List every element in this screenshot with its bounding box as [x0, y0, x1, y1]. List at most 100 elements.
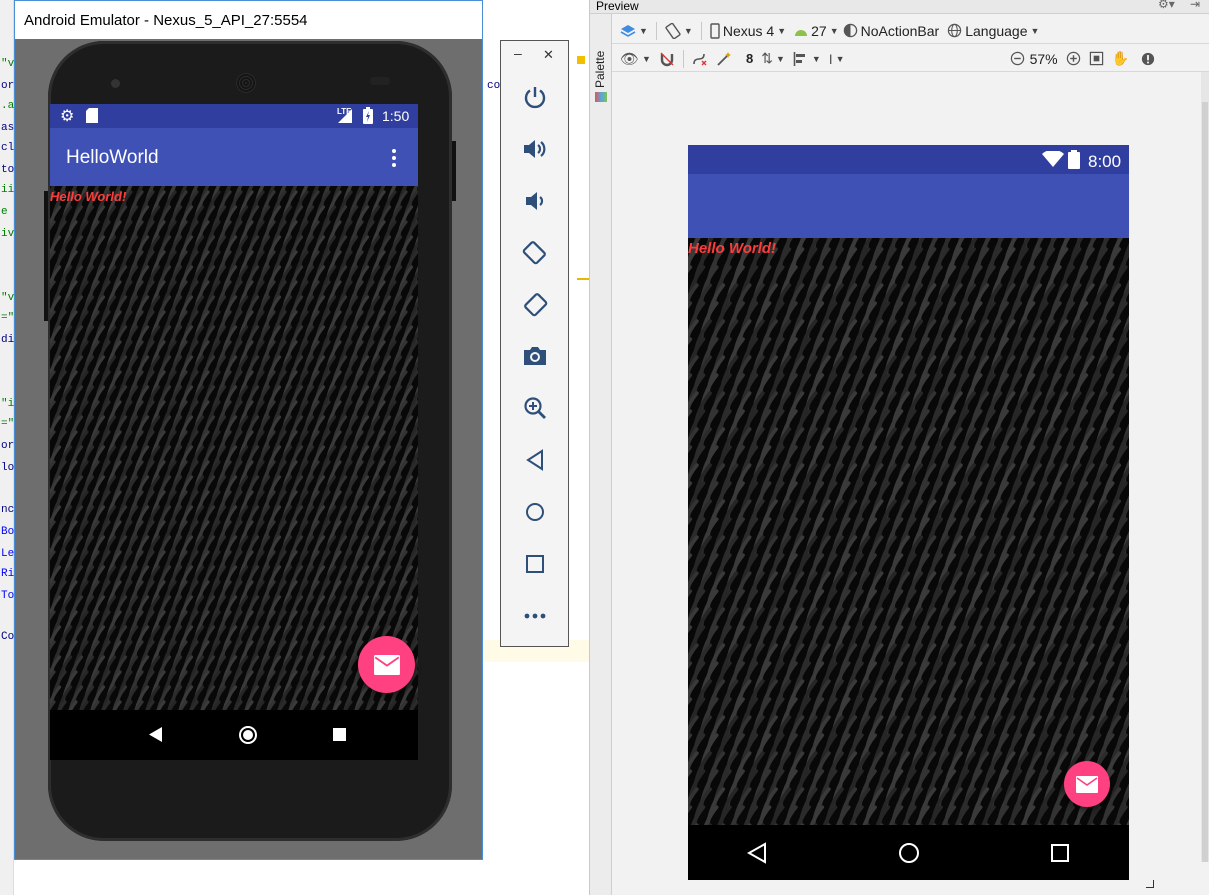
error-indicator-icon: [1141, 52, 1155, 65]
palette-strip[interactable]: Palette: [590, 14, 612, 895]
preview-fab-button[interactable]: [1064, 761, 1110, 807]
zoom-to-fit-button[interactable]: [1089, 51, 1104, 66]
emulator-titlebar[interactable]: Android Emulator - Nexus_5_API_27:5554: [15, 1, 482, 39]
back-button[interactable]: [521, 446, 549, 474]
zoom-icon: [524, 397, 546, 419]
api-level-dropdown[interactable]: 27 ▼: [794, 23, 839, 39]
zoom-out-icon: [1010, 51, 1024, 66]
chevron-down-icon: ▼: [811, 53, 821, 64]
zoom-out-button[interactable]: [1010, 51, 1025, 66]
device-label: Nexus 4: [722, 22, 775, 39]
chevron-down-icon: ▼: [775, 53, 785, 64]
screenshot-button[interactable]: [521, 342, 549, 370]
code-fragment: "v: [1, 292, 15, 304]
code-fragment: "i: [1, 398, 15, 410]
api-level-label: 27: [811, 22, 827, 39]
device-dropdown[interactable]: Nexus 4 ▼: [710, 23, 786, 39]
emulator-nav-bar: [50, 710, 418, 760]
orientation-dropdown[interactable]: ▼: [665, 22, 693, 39]
rotate-left-icon: [522, 241, 546, 265]
globe-icon: [948, 23, 962, 38]
rotate-right-button[interactable]: [521, 290, 549, 318]
view-options-dropdown[interactable]: 👁 ▼: [620, 50, 651, 68]
magic-wand-icon: [717, 51, 731, 66]
preview-vertical-scrollbar[interactable]: [1201, 72, 1209, 862]
rotate-device-icon: [665, 22, 681, 39]
code-fragment: e: [1, 206, 8, 218]
overflow-menu-icon[interactable]: [391, 148, 397, 168]
code-fragment: as: [1, 122, 15, 134]
home-circle-icon: [526, 503, 544, 521]
camera-icon: [524, 347, 546, 365]
align-dropdown[interactable]: ▼: [793, 51, 821, 66]
emulator-hello-text[interactable]: Hello World!: [50, 189, 126, 204]
pan-button[interactable]: ✋: [1112, 50, 1129, 67]
zoom-in-button[interactable]: [1066, 51, 1081, 66]
nav-overview-icon: [1051, 844, 1069, 862]
infer-constraints-button[interactable]: [716, 51, 732, 67]
proximity-sensor: [370, 77, 390, 85]
settings-gear-icon[interactable]: ⚙▾: [1158, 0, 1175, 11]
nav-overview-icon[interactable]: [333, 728, 346, 741]
nav-home-icon[interactable]: [238, 725, 258, 745]
preview-toolbar-bottom: 👁 ▼ 8 ⇅ ▼ ▼ I ▼ 57% ✋: [612, 46, 1209, 72]
code-fragment: Bo: [1, 526, 15, 538]
zoom-level: 57%: [1029, 50, 1058, 67]
zoom-in-icon: [1066, 51, 1080, 66]
pack-icon: ⇅: [761, 50, 773, 66]
pack-dropdown[interactable]: ⇅ ▼: [761, 50, 785, 67]
woven-background-image: [50, 186, 418, 710]
zoom-button[interactable]: [521, 394, 549, 422]
emulator-status-time: 1:50: [382, 108, 410, 124]
code-fragment: Co: [1, 631, 15, 643]
warnings-button[interactable]: [1141, 52, 1155, 66]
preview-app-bar: [688, 174, 1129, 238]
more-dots-icon: [524, 613, 546, 619]
volume-down-button[interactable]: [521, 187, 549, 215]
palette-label[interactable]: Palette: [593, 51, 607, 88]
theme-selector[interactable]: NoActionBar: [843, 23, 939, 39]
chevron-down-icon: ▼: [835, 53, 845, 64]
rotate-right-icon: [524, 293, 548, 317]
battery-charging-icon: [363, 107, 373, 124]
default-margin-dropdown[interactable]: 8: [746, 51, 753, 66]
power-button[interactable]: [521, 83, 549, 111]
code-fragment: co: [487, 80, 501, 92]
preview-title: Preview: [596, 0, 639, 13]
emulator-content-area[interactable]: Hello World!: [50, 186, 418, 710]
code-fragment: =": [1, 418, 15, 430]
volume-up-button[interactable]: [521, 135, 549, 163]
front-camera-icon: [111, 79, 120, 88]
preview-hello-text[interactable]: Hello World!: [688, 240, 776, 257]
close-icon[interactable]: ✕: [543, 47, 554, 63]
overview-button[interactable]: [521, 550, 549, 578]
emulator-app-title: HelloWorld: [66, 147, 159, 168]
nav-back-icon[interactable]: [149, 727, 163, 742]
toolbar-divider: [655, 21, 657, 40]
mail-icon: [1076, 775, 1098, 793]
hide-panel-icon[interactable]: ⇥: [1190, 0, 1200, 11]
palette-icon: [595, 92, 607, 102]
preview-status-time: 8:00: [1088, 152, 1122, 171]
autoconnect-toggle[interactable]: [659, 51, 675, 67]
language-dropdown[interactable]: Language ▼: [947, 23, 1039, 39]
power-icon: [524, 87, 546, 109]
guidelines-dropdown[interactable]: I ▼: [829, 51, 845, 67]
clear-constraints-button[interactable]: [692, 51, 708, 67]
more-button[interactable]: [521, 602, 549, 630]
resize-handle-icon[interactable]: [1146, 880, 1154, 888]
hand-pan-icon: ✋: [1111, 50, 1130, 66]
align-left-icon: [793, 51, 805, 66]
toolbar-divider: [682, 49, 684, 68]
wifi-icon: [1042, 151, 1064, 167]
home-button[interactable]: [521, 498, 549, 526]
chevron-down-icon: ▼: [1030, 25, 1040, 36]
preview-content-area[interactable]: Hello World!: [688, 238, 1129, 825]
rotate-left-button[interactable]: [521, 238, 549, 266]
design-surface-dropdown[interactable]: ▼: [620, 23, 648, 39]
minimize-icon[interactable]: –: [514, 45, 522, 61]
volume-up-icon: [524, 140, 546, 158]
code-fragment: .a: [1, 100, 15, 112]
emulator-fab-button[interactable]: [358, 636, 415, 693]
default-margin-value: 8: [745, 51, 754, 66]
